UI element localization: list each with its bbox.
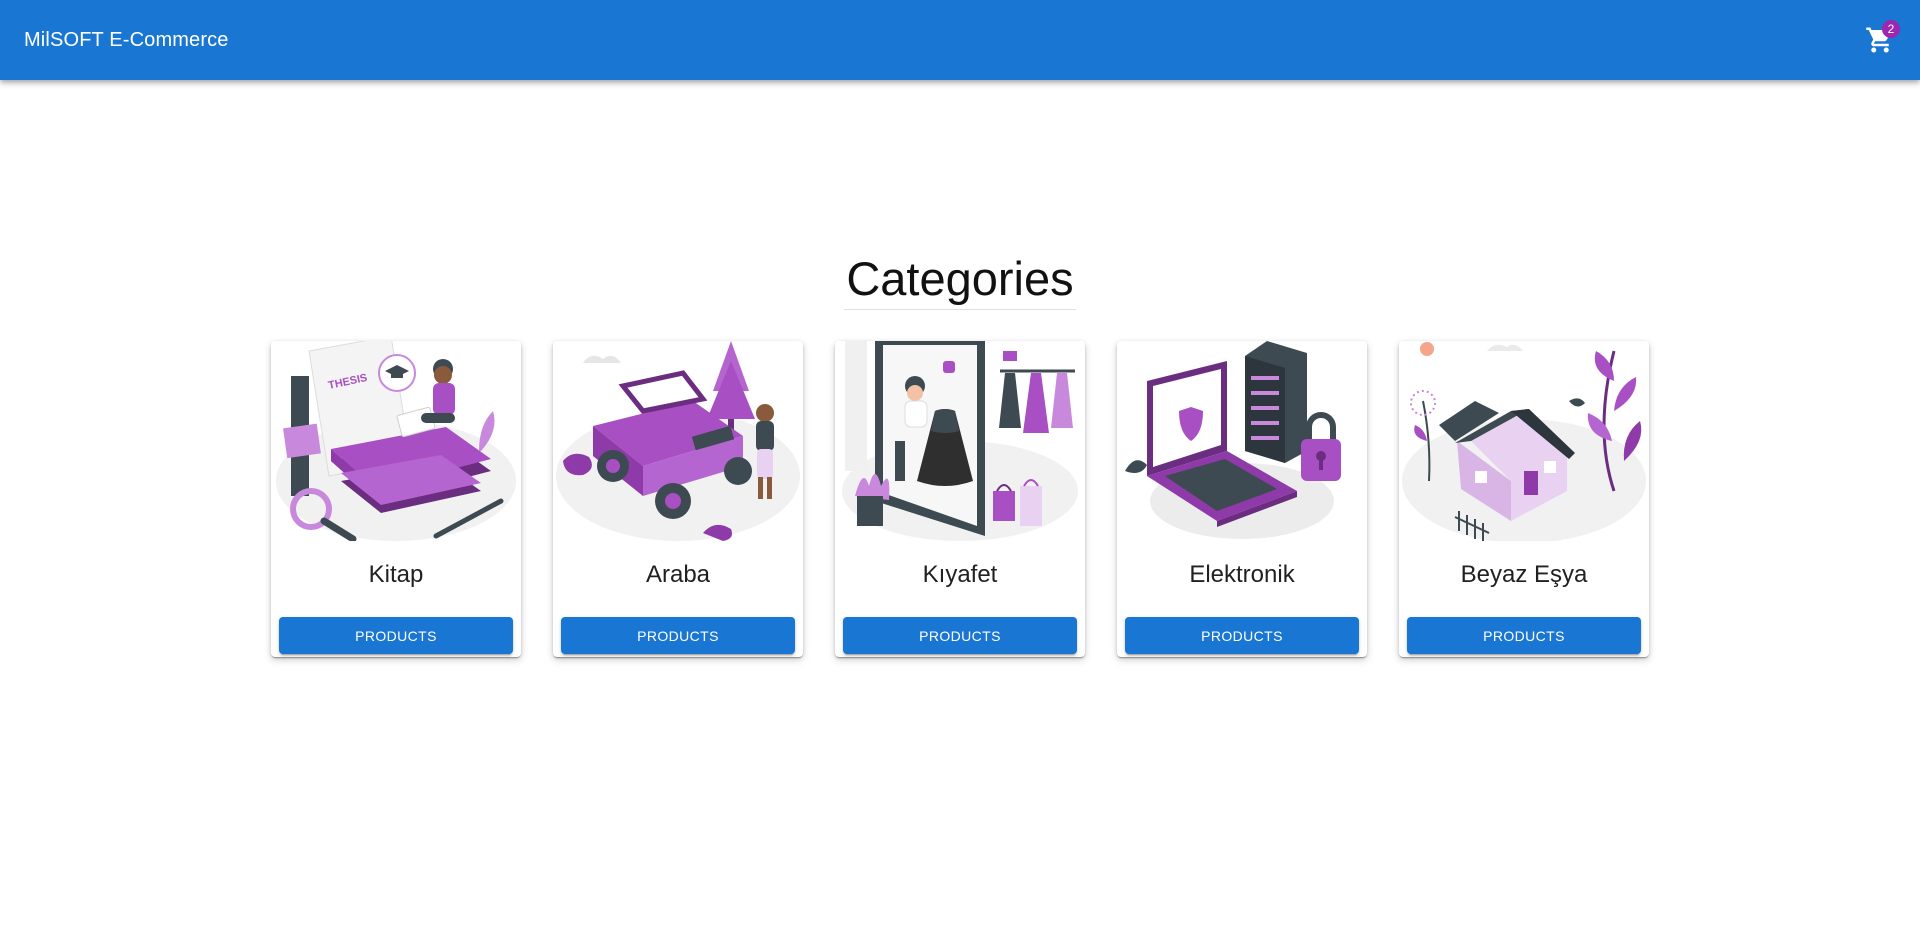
category-name: Kitap (368, 561, 424, 588)
category-card-araba: Araba PRODUCTS (553, 341, 803, 657)
category-name: Beyaz Eşya (1460, 561, 1588, 588)
category-name: Elektronik (1189, 561, 1295, 588)
category-list: THESIS Kitap PRODUCTS Araba PRODUCTS Kıy… (271, 341, 1649, 657)
laptop-server-lock-illustration (1117, 341, 1367, 541)
category-card-kiyafet: Kıyafet PRODUCTS (835, 341, 1085, 657)
cart-button[interactable]: 2 (1858, 18, 1902, 62)
brand-title[interactable]: MilSOFT E-Commerce (24, 29, 229, 52)
category-card-kitap: THESIS Kitap PRODUCTS (271, 341, 521, 657)
house-plants-illustration (1399, 341, 1649, 541)
reading-books-illustration: THESIS (271, 341, 521, 541)
products-button-kitap[interactable]: PRODUCTS (279, 617, 513, 654)
app-bar: MilSOFT E-Commerce 2 (0, 0, 1920, 80)
jeep-car-illustration (553, 341, 803, 541)
category-name: Araba (645, 561, 711, 588)
products-button-kiyafet[interactable]: PRODUCTS (843, 617, 1077, 654)
clothing-shop-illustration (835, 341, 1085, 541)
products-button-elektronik[interactable]: PRODUCTS (1125, 617, 1359, 654)
category-card-beyaz-esya: Beyaz Eşya PRODUCTS (1399, 341, 1649, 657)
category-card-elektronik: Elektronik PRODUCTS (1117, 341, 1367, 657)
category-name: Kıyafet (922, 561, 998, 588)
page-title: Categories (844, 250, 1076, 310)
cart-count-badge: 2 (1882, 20, 1900, 38)
products-button-beyaz-esya[interactable]: PRODUCTS (1407, 617, 1641, 654)
products-button-araba[interactable]: PRODUCTS (561, 617, 795, 654)
